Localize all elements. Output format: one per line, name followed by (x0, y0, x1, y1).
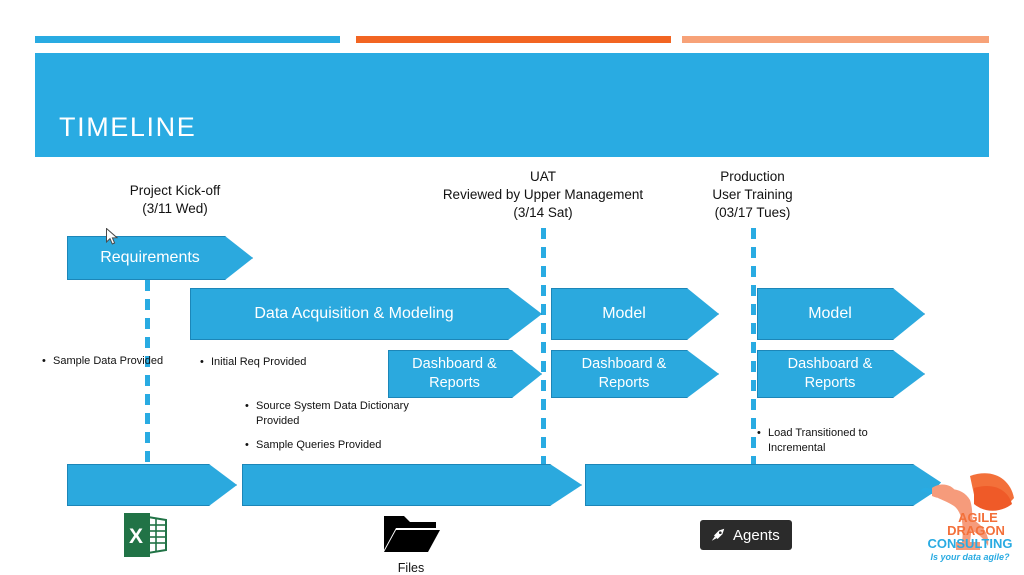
logo-tagline: Is your data agile? (930, 552, 1010, 562)
arrow-requirements[interactable]: Requirements (67, 236, 253, 280)
arrow-model-production[interactable]: Model (757, 288, 925, 340)
milestone-kickoff-line2: (3/11 Wed) (142, 201, 208, 216)
bullet-group-initial-req: • Initial Req Provided (200, 355, 410, 379)
files-caption: Files (397, 561, 425, 575)
arrow-dashboard-2-label: Dashboard & Reports (582, 355, 667, 393)
files-asset[interactable]: Files (380, 510, 442, 575)
bullet-text: Source System Data Dictionary Provided (256, 400, 409, 427)
svg-text:X: X (129, 525, 143, 548)
milestone-label-production: Production User Training (03/17 Tues) (665, 168, 840, 222)
svg-text:CONSULTING: CONSULTING (928, 536, 1013, 551)
agents-badge[interactable]: Agents (700, 520, 792, 550)
bullet-text: Sample Data Provided (53, 355, 164, 367)
arrow-dashboard-3-line1: Dashboard & (787, 356, 873, 372)
bullet-marker: • (42, 355, 46, 367)
accent-bar-blue (35, 36, 340, 43)
arrow-dashboard-2-line1: Dashboard & (581, 356, 667, 372)
bullet-marker: • (200, 356, 204, 368)
page-title: TIMELINE (59, 112, 197, 142)
agents-rocket-icon (711, 528, 725, 541)
milestone-uat-line1: UAT (530, 169, 556, 184)
bullet-item: • Load Transitioned to Incremental (757, 426, 927, 456)
arrow-data-acquisition[interactable]: Data Acquisition & Modeling (190, 288, 542, 340)
arrow-dashboard-2-line2: Reports (598, 375, 650, 391)
bullet-item: • Sample Data Provided (42, 354, 167, 369)
arrow-dashboard-3-label: Dashboard & Reports (788, 355, 873, 393)
milestone-production-line3: (03/17 Tues) (714, 205, 791, 220)
milestone-connector-uat (541, 228, 546, 468)
timeline-slide: TIMELINE Project Kick-off (3/11 Wed) UAT… (0, 0, 1024, 575)
milestone-connector-production (751, 228, 756, 468)
header-band: TIMELINE (35, 53, 989, 157)
milestone-label-uat: UAT Reviewed by Upper Management (3/14 S… (398, 168, 688, 222)
bullet-text: Load Transitioned to Incremental (768, 427, 868, 454)
milestone-production-line1: Production (720, 169, 785, 184)
bullet-item: • Initial Req Provided (200, 355, 410, 370)
arrow-dashboard-1-line2: Reports (429, 375, 480, 391)
arrow-dashboard-reports-2[interactable]: Dashboard & Reports (551, 350, 719, 398)
excel-icon[interactable]: X (122, 513, 168, 557)
milestone-kickoff-line1: Project Kick-off (129, 183, 221, 198)
bullet-item: • Source System Data Dictionary Provided (245, 399, 410, 429)
bullet-text: Sample Queries Provided (256, 439, 382, 451)
arrow-model-uat-label: Model (602, 305, 646, 322)
arrow-dashboard-reports-1[interactable]: Dashboard & Reports (388, 350, 542, 398)
milestone-uat-line3: (3/14 Sat) (513, 205, 573, 220)
folder-icon (384, 516, 440, 552)
accent-bar-peach (682, 36, 989, 43)
bullet-item: • Sample Queries Provided (245, 438, 410, 453)
arrow-data-acquisition-label: Data Acquisition & Modeling (254, 305, 454, 322)
arrow-dashboard-3-line2: Reports (804, 375, 856, 391)
mouse-cursor (106, 227, 119, 246)
bullet-text: Initial Req Provided (211, 356, 307, 368)
arrow-dashboard-1-line1: Dashboard & (412, 356, 497, 372)
milestone-production-line2: User Training (712, 187, 793, 202)
bullet-marker: • (245, 439, 249, 451)
milestone-uat-line2: Reviewed by Upper Management (442, 187, 644, 202)
arrow-dashboard-reports-3[interactable]: Dashboard & Reports (757, 350, 925, 398)
accent-bar-orange (356, 36, 671, 43)
arrow-model-uat[interactable]: Model (551, 288, 719, 340)
bullet-marker: • (757, 427, 761, 439)
arrow-dashboard-1-label: Dashboard & Reports (412, 355, 497, 393)
agents-badge-label: Agents (733, 526, 780, 544)
arrow-phase-bar-1[interactable] (67, 464, 237, 506)
arrow-phase-bar-3[interactable] (585, 464, 945, 506)
bullet-group-load-transition: • Load Transitioned to Incremental (757, 426, 927, 465)
bullet-group-sample-data: • Sample Data Provided (42, 354, 167, 378)
arrow-model-production-label: Model (808, 305, 852, 322)
bullet-marker: • (245, 400, 249, 412)
bullet-group-source-system: • Source System Data Dictionary Provided •… (245, 399, 410, 462)
arrow-phase-bar-2[interactable] (242, 464, 582, 506)
milestone-label-kickoff: Project Kick-off (3/11 Wed) (50, 182, 300, 218)
